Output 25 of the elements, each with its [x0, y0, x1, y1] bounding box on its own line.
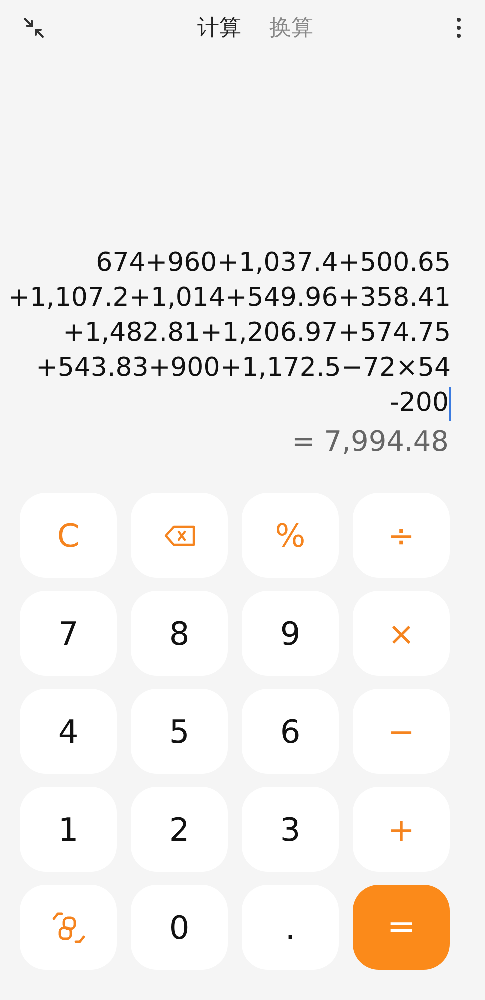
digit-key[interactable]: 3	[242, 787, 339, 872]
digit-key[interactable]: 7	[20, 591, 117, 676]
digit-key[interactable]: 6	[242, 689, 339, 774]
digit-key[interactable]: 5	[131, 689, 228, 774]
digit-key[interactable]: 4	[20, 689, 117, 774]
swap-icon	[50, 910, 86, 944]
digit-key[interactable]: 0	[131, 885, 228, 970]
expression-line: +1,482.81+1,206.97+574.75	[63, 317, 451, 350]
result-text: = 7,994.48	[292, 424, 450, 460]
expression-line: -200	[390, 387, 449, 420]
digit-key[interactable]: .	[242, 885, 339, 970]
text-cursor	[449, 386, 451, 420]
expression-line: +1,107.2+1,014+549.96+358.41	[8, 282, 451, 315]
expression-line: +543.83+900+1,172.5−72×54	[36, 352, 451, 385]
backspace-key[interactable]	[131, 493, 228, 578]
backspace-icon	[164, 524, 196, 546]
mode-tab[interactable]: 计算	[198, 12, 242, 44]
digit-key[interactable]: 9	[242, 591, 339, 676]
digit-key[interactable]: 1	[20, 787, 117, 872]
convert-key[interactable]	[20, 885, 117, 970]
expression-line: 674+960+1,037.4+500.65	[96, 247, 451, 280]
more-icon[interactable]	[455, 16, 463, 40]
collapse-icon[interactable]	[22, 16, 46, 40]
digit-key[interactable]: 8	[131, 591, 228, 676]
digit-key[interactable]: 2	[131, 787, 228, 872]
